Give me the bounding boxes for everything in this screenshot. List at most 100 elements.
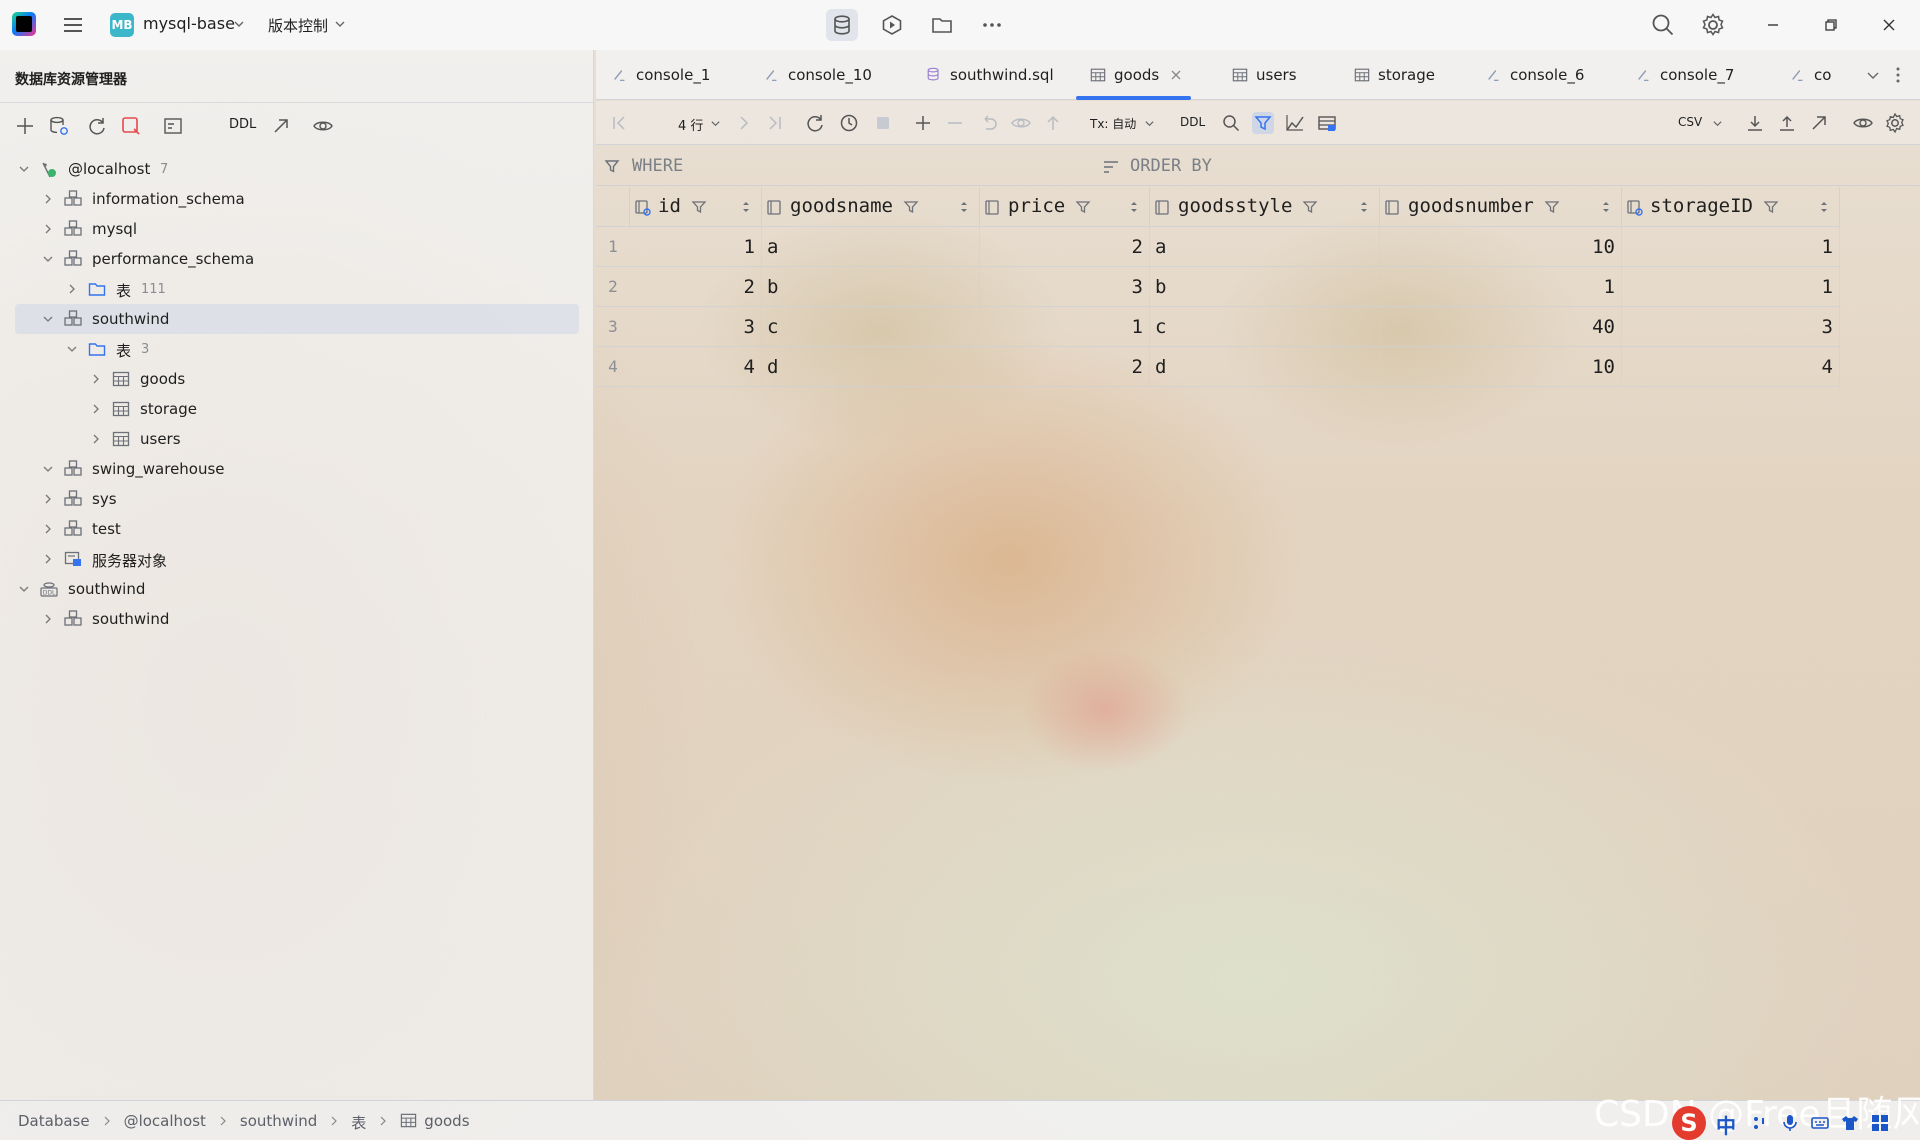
- tree-item[interactable]: @localhost 7: [0, 154, 594, 184]
- chevron-right-icon[interactable]: [42, 223, 54, 235]
- chevron-down-icon[interactable]: [710, 118, 721, 129]
- vcs-menu[interactable]: 版本控制: [268, 15, 328, 36]
- microphone-icon[interactable]: [1780, 1113, 1800, 1133]
- column-sort-icon[interactable]: [740, 200, 752, 214]
- tab-southwind-sql[interactable]: southwind.sql: [926, 50, 1054, 100]
- row-number[interactable]: 4: [596, 347, 630, 387]
- cell-price[interactable]: 1: [980, 307, 1150, 347]
- preview-changes-icon[interactable]: [1010, 112, 1032, 134]
- add-row-icon[interactable]: [912, 112, 934, 134]
- jump-to-source-icon[interactable]: [1808, 112, 1830, 134]
- column-filter-icon[interactable]: [1075, 199, 1091, 215]
- cell-storageid[interactable]: 3: [1622, 307, 1840, 347]
- ddl-button[interactable]: DDL: [229, 117, 256, 132]
- chevron-right-icon[interactable]: [42, 523, 54, 535]
- disconnect-icon[interactable]: [120, 115, 142, 137]
- export-download-icon[interactable]: [1744, 112, 1766, 134]
- minimize-icon[interactable]: [1760, 12, 1786, 38]
- cell-goodsstyle[interactable]: d: [1150, 347, 1380, 387]
- column-filter-icon[interactable]: [1302, 199, 1318, 215]
- jump-to-source-icon[interactable]: [270, 115, 292, 137]
- chevron-right-icon[interactable]: [66, 283, 78, 295]
- ddl-button[interactable]: DDL: [1180, 115, 1205, 129]
- tree-item[interactable]: southwind: [0, 304, 594, 334]
- tree-item[interactable]: information_schema: [0, 184, 594, 214]
- cell-id[interactable]: 2: [630, 267, 762, 307]
- ime-mode-label[interactable]: 中: [1716, 1110, 1736, 1139]
- gear-icon[interactable]: [1884, 112, 1906, 134]
- cell-goodsname[interactable]: c: [762, 307, 980, 347]
- column-filter-icon[interactable]: [691, 199, 707, 215]
- close-icon[interactable]: [1876, 12, 1902, 38]
- chevron-down-icon[interactable]: [18, 583, 30, 595]
- tree-item[interactable]: performance_schema: [0, 244, 594, 274]
- tree-item[interactable]: swing_warehouse: [0, 454, 594, 484]
- gear-icon[interactable]: [1700, 12, 1726, 38]
- files-button[interactable]: [926, 9, 958, 41]
- chevron-right-icon[interactable]: [90, 433, 102, 445]
- breadcrumb-item[interactable]: southwind: [240, 1112, 317, 1130]
- submit-icon[interactable]: [1042, 112, 1064, 134]
- chevron-right-icon[interactable]: [90, 373, 102, 385]
- tab-co[interactable]: co: [1790, 50, 1864, 100]
- tree-item[interactable]: sys: [0, 484, 594, 514]
- main-menu-icon[interactable]: [61, 13, 85, 37]
- chevron-right-icon[interactable]: [42, 493, 54, 505]
- tree-item[interactable]: mysql: [0, 214, 594, 244]
- table-row[interactable]: 3 3 c 1 c 40 3: [596, 307, 1840, 347]
- transaction-mode-selector[interactable]: Tx: 自动: [1090, 115, 1136, 132]
- cell-goodsnumber[interactable]: 10: [1380, 347, 1622, 387]
- chevron-down-icon[interactable]: [334, 18, 346, 30]
- chevron-down-icon[interactable]: [18, 163, 30, 175]
- cell-price[interactable]: 2: [980, 227, 1150, 267]
- tab-console-7[interactable]: console_7: [1636, 50, 1734, 100]
- column-sort-icon[interactable]: [1128, 200, 1140, 214]
- column-header-goodsname[interactable]: goodsname: [762, 187, 980, 227]
- chevron-down-icon[interactable]: [1712, 118, 1723, 129]
- row-number[interactable]: 2: [596, 267, 630, 307]
- column-sort-icon[interactable]: [1600, 200, 1612, 214]
- sogou-ime-icon[interactable]: S: [1672, 1106, 1706, 1140]
- chevron-down-icon[interactable]: [42, 253, 54, 265]
- tab-console-6[interactable]: console_6: [1486, 50, 1584, 100]
- row-count-selector[interactable]: 4 行: [678, 115, 703, 134]
- chevron-right-icon[interactable]: [42, 613, 54, 625]
- more-vertical-icon[interactable]: [1890, 66, 1906, 84]
- add-icon[interactable]: [14, 115, 36, 137]
- chevron-down-icon[interactable]: [233, 18, 245, 30]
- skin-shirt-icon[interactable]: [1840, 1113, 1860, 1133]
- cell-goodsnumber[interactable]: 10: [1380, 227, 1622, 267]
- chevron-down-icon[interactable]: [1866, 68, 1880, 82]
- cell-storageid[interactable]: 4: [1622, 347, 1840, 387]
- cell-goodsname[interactable]: a: [762, 227, 980, 267]
- column-sort-icon[interactable]: [1358, 200, 1370, 214]
- database-explorer-button[interactable]: [826, 9, 858, 41]
- tree-item[interactable]: goods: [0, 364, 594, 394]
- column-filter-icon[interactable]: [903, 199, 919, 215]
- more-tools-button[interactable]: [976, 9, 1008, 41]
- toolbox-grid-icon[interactable]: [1870, 1113, 1890, 1133]
- project-badge[interactable]: MB: [110, 13, 134, 37]
- chevron-right-icon[interactable]: [42, 553, 54, 565]
- chart-icon[interactable]: [1284, 112, 1306, 134]
- tab-console-1[interactable]: console_1: [612, 50, 710, 100]
- refresh-icon[interactable]: [86, 115, 108, 137]
- console-panel-icon[interactable]: [162, 115, 184, 137]
- tree-item[interactable]: 表3: [0, 334, 594, 364]
- revert-icon[interactable]: [978, 112, 1000, 134]
- cell-goodsstyle[interactable]: c: [1150, 307, 1380, 347]
- stop-icon[interactable]: [872, 112, 894, 134]
- close-icon[interactable]: [1169, 68, 1183, 82]
- cell-id[interactable]: 4: [630, 347, 762, 387]
- tree-item[interactable]: 表 111: [0, 274, 594, 304]
- cell-storageid[interactable]: 1: [1622, 267, 1840, 307]
- import-upload-icon[interactable]: [1776, 112, 1798, 134]
- project-name[interactable]: mysql-base: [143, 14, 235, 33]
- export-format-selector[interactable]: CSV: [1678, 115, 1702, 129]
- tab-goods[interactable]: goods: [1076, 50, 1192, 100]
- breadcrumb-item[interactable]: 表: [351, 1112, 366, 1133]
- history-clock-icon[interactable]: [838, 112, 860, 134]
- breadcrumb-item[interactable]: Database: [18, 1112, 90, 1130]
- cell-id[interactable]: 3: [630, 307, 762, 347]
- cell-goodsname[interactable]: d: [762, 347, 980, 387]
